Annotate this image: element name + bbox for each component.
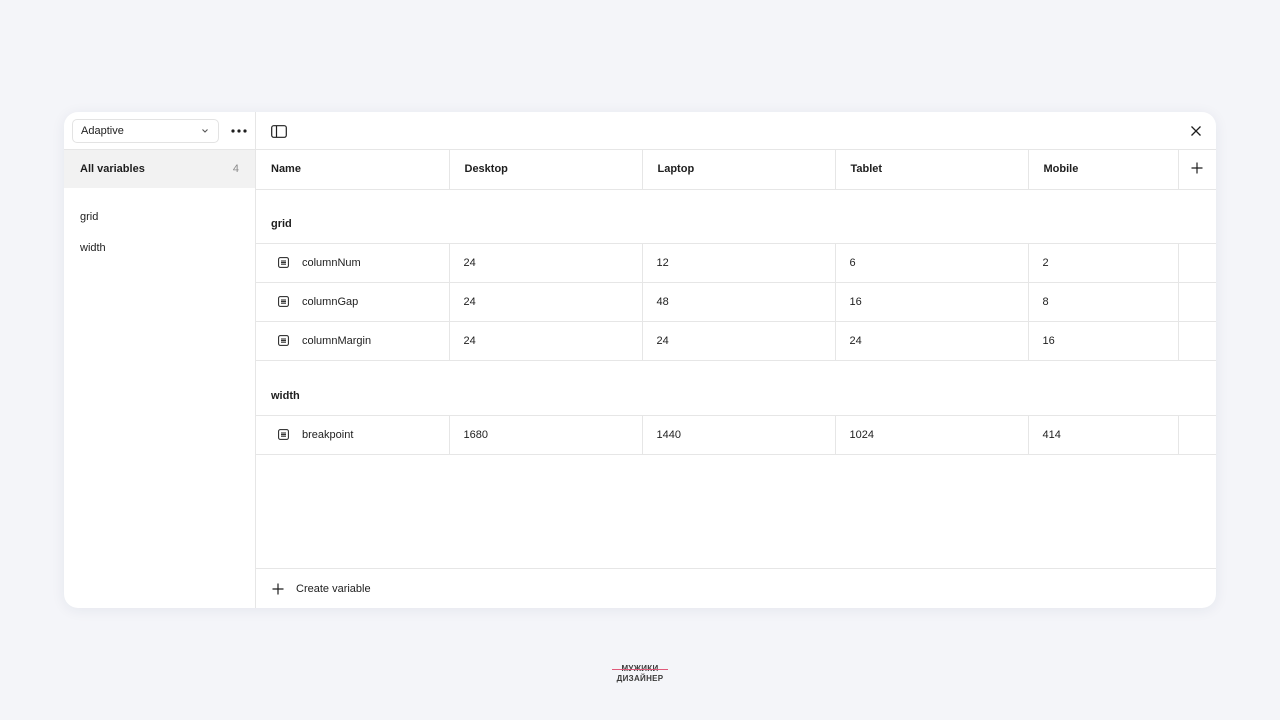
variable-name-cell[interactable]: breakpoint (256, 415, 450, 455)
group-header-row: width (256, 360, 1216, 416)
toolbar (256, 112, 1216, 150)
variables-panel: Adaptive All variables 4 grid width Name… (64, 112, 1216, 608)
column-header-name[interactable]: Name (256, 150, 450, 190)
add-mode-plus-icon[interactable] (1190, 161, 1204, 175)
value-cell-desktop[interactable]: 24 (449, 243, 643, 283)
value-cell-tablet[interactable]: 24 (835, 321, 1029, 361)
create-variable-label: Create variable (296, 582, 371, 595)
more-horizontal-icon[interactable] (228, 122, 250, 140)
column-header-desktop[interactable]: Desktop (449, 150, 643, 190)
sidebar-item-grid[interactable]: grid (64, 201, 255, 232)
column-header-laptop[interactable]: Laptop (642, 150, 836, 190)
table-row[interactable]: breakpoint 1680 1440 1024 414 (256, 415, 1216, 455)
all-variables-label: All variables (80, 163, 145, 175)
group-header-grid: grid (256, 189, 1216, 244)
variable-name: breakpoint (302, 428, 354, 441)
value-cell-tablet[interactable]: 1024 (835, 415, 1029, 455)
value-cell-desktop[interactable]: 1680 (449, 415, 643, 455)
sidebar: Adaptive All variables 4 grid width (64, 112, 256, 608)
sidebar-item-label: grid (80, 210, 99, 223)
group-header-width: width (256, 360, 1216, 416)
logo-line-2: ДИЗАЙНЕР (616, 674, 664, 683)
empty-cell (1178, 282, 1216, 322)
logo-line-1: МУЖИКИ (604, 664, 676, 674)
value-cell-desktop[interactable]: 24 (449, 282, 643, 322)
value-cell-mobile[interactable]: 2 (1028, 243, 1179, 283)
close-icon[interactable] (1188, 123, 1204, 139)
add-mode-cell (1178, 150, 1216, 190)
empty-cell (1178, 415, 1216, 455)
column-header-mobile[interactable]: Mobile (1028, 150, 1179, 190)
value-cell-mobile[interactable]: 16 (1028, 321, 1179, 361)
empty-cell (1178, 243, 1216, 283)
variable-name: columnGap (302, 295, 359, 308)
variable-name: columnNum (302, 256, 361, 269)
sidebar-toggle-icon[interactable] (270, 123, 288, 139)
group-header-row: grid (256, 189, 1216, 244)
column-header-tablet[interactable]: Tablet (835, 150, 1029, 190)
value-cell-tablet[interactable]: 6 (835, 243, 1029, 283)
create-variable-button[interactable]: Create variable (256, 568, 1216, 608)
sidebar-header: Adaptive (64, 112, 255, 150)
main-area: Name Desktop Laptop Tablet Mobile grid c… (256, 112, 1216, 608)
number-variable-icon (277, 257, 289, 269)
value-cell-tablet[interactable]: 16 (835, 282, 1029, 322)
sidebar-item-width[interactable]: width (64, 232, 255, 263)
table-row[interactable]: columnMargin 24 24 24 16 (256, 321, 1216, 361)
variable-name-cell[interactable]: columnGap (256, 282, 450, 322)
value-cell-laptop[interactable]: 24 (642, 321, 836, 361)
value-cell-mobile[interactable]: 8 (1028, 282, 1179, 322)
value-cell-laptop[interactable]: 12 (642, 243, 836, 283)
number-variable-icon (277, 429, 289, 441)
number-variable-icon (277, 296, 289, 308)
value-cell-laptop[interactable]: 48 (642, 282, 836, 322)
value-cell-desktop[interactable]: 24 (449, 321, 643, 361)
all-variables-item[interactable]: All variables 4 (64, 150, 255, 188)
table-row[interactable]: columnNum 24 12 6 2 (256, 243, 1216, 283)
chevron-down-icon (200, 126, 210, 136)
variable-name-cell[interactable]: columnMargin (256, 321, 450, 361)
table-header-row: Name Desktop Laptop Tablet Mobile (256, 150, 1216, 190)
table-row[interactable]: columnGap 24 48 16 8 (256, 282, 1216, 322)
variable-name: columnMargin (302, 334, 372, 347)
watermark-logo: МУЖИКИ ДИЗАЙНЕР (604, 664, 676, 690)
collection-select[interactable]: Adaptive (72, 119, 219, 143)
value-cell-laptop[interactable]: 1440 (642, 415, 836, 455)
collection-select-value: Adaptive (81, 125, 124, 137)
plus-icon (271, 582, 285, 596)
number-variable-icon (277, 335, 289, 347)
variables-table: Name Desktop Laptop Tablet Mobile grid c… (256, 150, 1216, 455)
value-cell-mobile[interactable]: 414 (1028, 415, 1179, 455)
sidebar-item-label: width (80, 241, 106, 254)
empty-cell (1178, 321, 1216, 361)
group-list: grid width (64, 188, 255, 263)
all-variables-count: 4 (232, 163, 239, 175)
variable-name-cell[interactable]: columnNum (256, 243, 450, 283)
